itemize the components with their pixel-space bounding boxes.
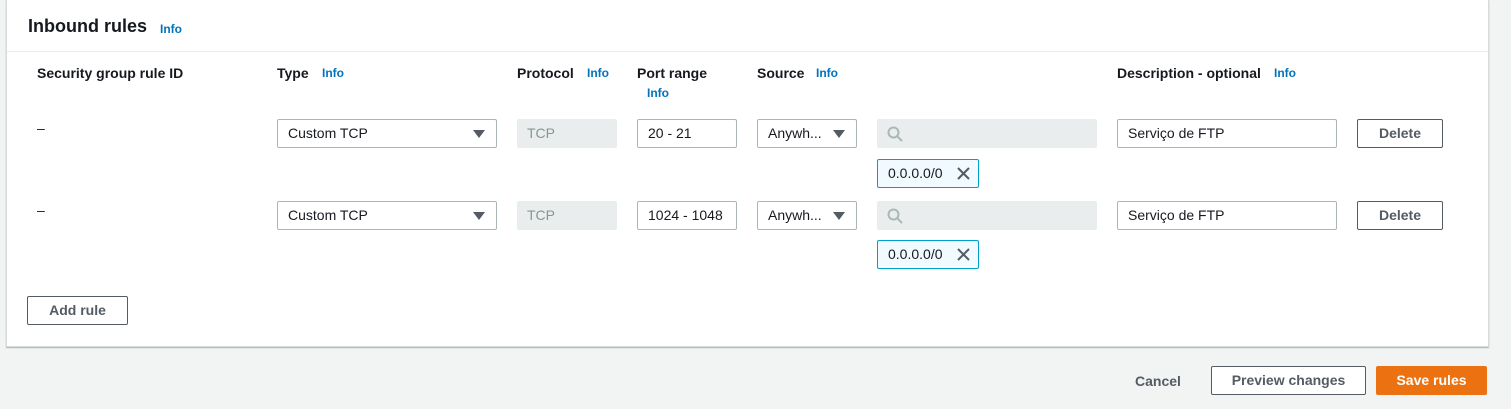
- source-select[interactable]: Anywh...: [757, 119, 857, 148]
- add-rule-button[interactable]: Add rule: [27, 296, 128, 325]
- cidr-search-input[interactable]: [877, 119, 1097, 148]
- cidr-token: 0.0.0.0/0: [877, 159, 979, 188]
- caret-down-icon: [473, 130, 485, 138]
- rule-id-value: –: [37, 202, 45, 218]
- port-range-input[interactable]: 20 - 21: [637, 119, 737, 148]
- close-icon[interactable]: [957, 167, 970, 180]
- search-icon: [887, 126, 903, 142]
- section-title: Inbound rules: [28, 16, 147, 36]
- section-info-link[interactable]: Info: [160, 22, 182, 36]
- type-info-link[interactable]: Info: [322, 66, 344, 80]
- port-range-input[interactable]: 1024 - 1048: [637, 201, 737, 230]
- panel-header: Inbound rules Info: [7, 0, 1488, 52]
- source-select-value: Anywh...: [768, 207, 822, 223]
- preview-changes-button[interactable]: Preview changes: [1211, 366, 1366, 395]
- search-icon: [887, 208, 903, 224]
- col-header-port-range: Port range: [637, 65, 708, 81]
- caret-down-icon: [833, 130, 845, 138]
- type-select[interactable]: Custom TCP: [277, 119, 497, 148]
- caret-down-icon: [473, 212, 485, 220]
- protocol-info-link[interactable]: Info: [587, 66, 609, 80]
- col-header-source: Source: [757, 65, 805, 81]
- source-select-value: Anywh...: [768, 125, 822, 141]
- cidr-token-label: 0.0.0.0/0: [888, 246, 943, 262]
- rule-id-value: –: [37, 120, 45, 136]
- close-icon[interactable]: [957, 248, 970, 261]
- source-select[interactable]: Anywh...: [757, 201, 857, 230]
- port-range-info-link[interactable]: Info: [647, 86, 669, 100]
- type-select[interactable]: Custom TCP: [277, 201, 497, 230]
- cidr-token: 0.0.0.0/0: [877, 240, 979, 269]
- inbound-rules-panel: Inbound rules Info Security group rule I…: [6, 0, 1489, 347]
- caret-down-icon: [833, 212, 845, 220]
- cidr-token-label: 0.0.0.0/0: [888, 165, 943, 181]
- cidr-search-input[interactable]: [877, 201, 1097, 230]
- col-header-rule-id: Security group rule ID: [37, 65, 184, 81]
- col-header-description: Description - optional: [1117, 65, 1261, 81]
- delete-button[interactable]: Delete: [1357, 119, 1443, 148]
- protocol-field: TCP: [517, 119, 617, 148]
- delete-button[interactable]: Delete: [1357, 201, 1443, 230]
- col-header-type: Type: [277, 65, 309, 81]
- save-rules-button[interactable]: Save rules: [1376, 366, 1487, 395]
- source-info-link[interactable]: Info: [816, 66, 838, 80]
- type-select-value: Custom TCP: [288, 207, 368, 223]
- col-header-protocol: Protocol: [517, 65, 574, 81]
- description-input[interactable]: Serviço de FTP: [1117, 201, 1337, 230]
- description-info-link[interactable]: Info: [1274, 66, 1296, 80]
- protocol-field: TCP: [517, 201, 617, 230]
- description-input[interactable]: Serviço de FTP: [1117, 119, 1337, 148]
- cancel-button[interactable]: Cancel: [1135, 373, 1181, 389]
- type-select-value: Custom TCP: [288, 125, 368, 141]
